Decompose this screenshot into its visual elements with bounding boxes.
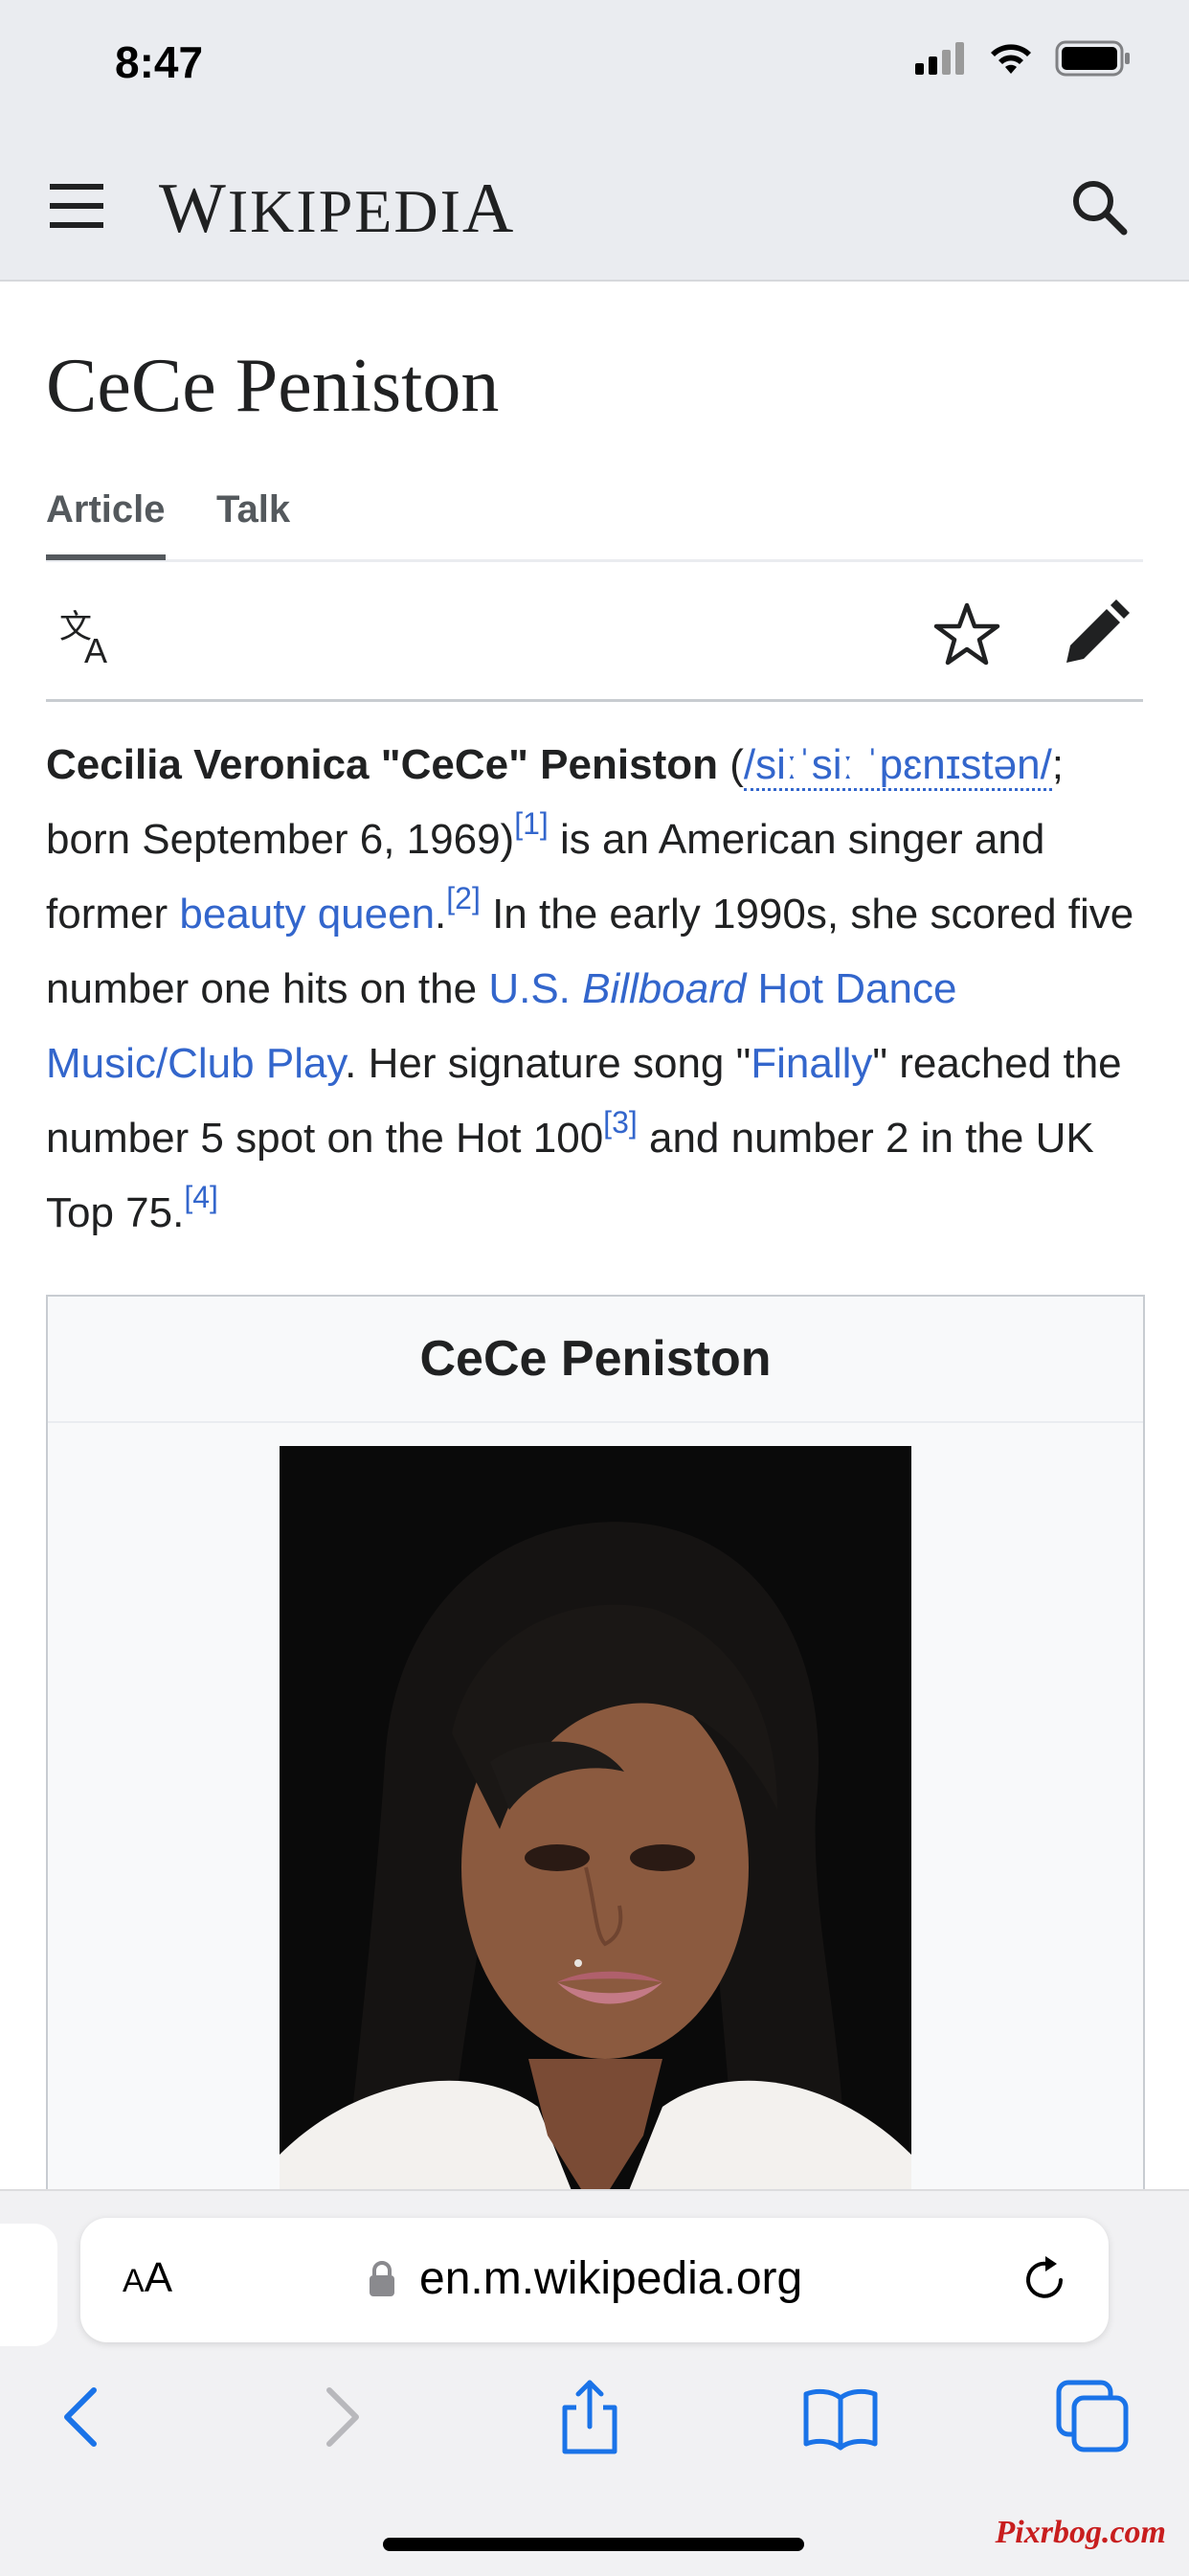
watermark: Pixrbog.com xyxy=(995,2515,1166,2550)
page-actions: 文 A xyxy=(46,575,1143,702)
infobox-title: CeCe Peniston xyxy=(48,1297,1143,1423)
reference-link-4[interactable]: [4] xyxy=(184,1180,218,1214)
wifi-icon xyxy=(991,44,1031,74)
intro-text: . Her signature song " xyxy=(345,1040,752,1087)
search-icon[interactable] xyxy=(1068,176,1130,237)
intro-paragraph: Cecilia Veronica "CeCe" Peniston (/siːˈs… xyxy=(46,728,1147,1251)
wordmark-last: A xyxy=(461,169,516,248)
reload-icon[interactable] xyxy=(1019,2254,1070,2306)
infobox: CeCe Peniston xyxy=(46,1295,1145,2256)
reference-link-1[interactable]: [1] xyxy=(514,806,549,841)
wikipedia-wordmark[interactable]: WIKIPEDIA xyxy=(159,169,515,250)
share-icon[interactable] xyxy=(551,2379,628,2455)
aa-small-letter: A xyxy=(123,2263,145,2299)
address-bar[interactable]: AA en.m.wikipedia.org xyxy=(80,2218,1109,2342)
top-chrome: 8:47 WIKIPEDIA xyxy=(0,0,1189,282)
subject-name: Cecilia Veronica "CeCe" Peniston xyxy=(46,741,718,788)
forward-icon[interactable] xyxy=(301,2379,377,2455)
lock-icon xyxy=(370,2261,394,2296)
ipa-pronunciation-link[interactable]: /siːˈsiː ˈpɛnɪstən/ xyxy=(743,741,1052,791)
finally-song-link[interactable]: Finally xyxy=(751,1040,872,1087)
wordmark-first: W xyxy=(159,169,228,248)
wordmark-mid: IKIPEDI xyxy=(227,177,462,245)
menu-icon[interactable] xyxy=(50,182,103,230)
edit-pencil-icon[interactable] xyxy=(1061,599,1130,668)
page-tabs: Article Talk xyxy=(46,479,1143,562)
beauty-queen-link[interactable]: beauty queen xyxy=(179,891,435,938)
status-icons xyxy=(913,40,1132,77)
tab-talk[interactable]: Talk xyxy=(216,488,290,531)
home-indicator xyxy=(383,2538,804,2551)
tab-article[interactable]: Article xyxy=(46,488,166,560)
intro-text: ( xyxy=(717,741,744,788)
battery-icon xyxy=(1055,40,1130,77)
portrait-image[interactable] xyxy=(280,1446,911,2250)
bookmarks-icon[interactable] xyxy=(802,2379,879,2455)
intro-text: . xyxy=(435,891,447,938)
url-text: en.m.wikipedia.org xyxy=(419,2253,803,2304)
page-title: CeCe Peniston xyxy=(46,344,500,428)
tabs-icon[interactable] xyxy=(1055,2379,1132,2455)
cellular-signal-icon xyxy=(915,42,964,75)
aa-big-letter: A xyxy=(144,2254,173,2301)
link-part: Billboard xyxy=(582,965,747,1012)
reference-link-3[interactable]: [3] xyxy=(603,1105,638,1140)
reader-text-size-button[interactable]: AA xyxy=(123,2254,172,2302)
reference-link-2[interactable]: [2] xyxy=(446,881,481,915)
previous-tab-preview[interactable] xyxy=(0,2224,57,2346)
status-time: 8:47 xyxy=(115,37,204,87)
link-part: U.S. xyxy=(488,965,583,1012)
wikipedia-header: WIKIPEDIA xyxy=(0,153,1189,259)
svg-text:A: A xyxy=(84,631,107,668)
watch-star-icon[interactable] xyxy=(932,599,1001,668)
language-icon[interactable]: 文 A xyxy=(59,605,123,668)
back-icon[interactable] xyxy=(46,2379,123,2455)
portrait-illustration xyxy=(280,1446,911,2250)
